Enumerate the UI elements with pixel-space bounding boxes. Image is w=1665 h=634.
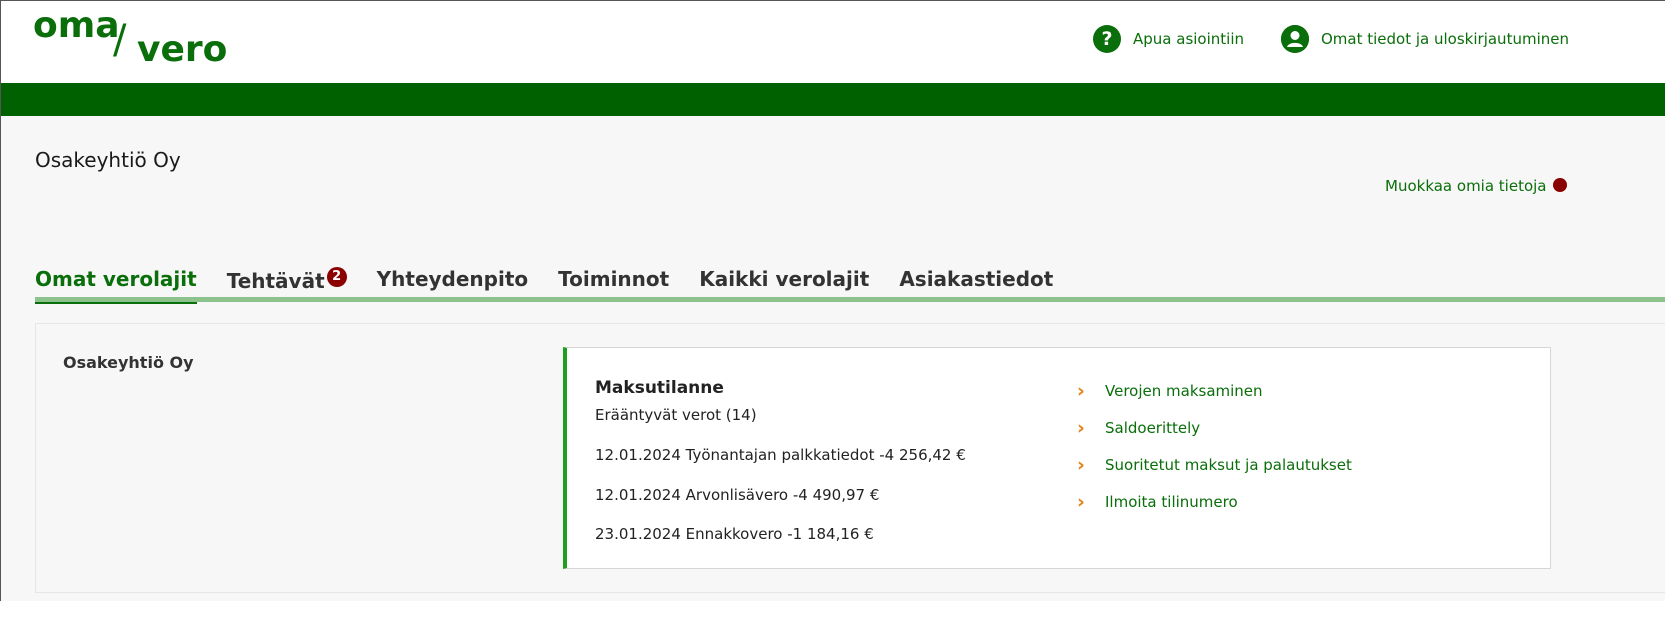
link-verojen-maksaminen[interactable]: › Verojen maksaminen [1077,371,1352,411]
tab-omat-verolajit[interactable]: Omat verolajit [35,267,197,304]
payment-status-card: Maksutilanne Erääntyvät verot (14) 12.01… [563,347,1551,569]
tasks-count-badge: 2 [326,267,347,287]
link-label: Suoritetut maksut ja palautukset [1105,456,1352,474]
account-link[interactable]: Omat tiedot ja uloskirjautuminen [1281,25,1569,53]
tab-toiminnot[interactable]: Toiminnot [558,267,669,299]
card-title: Maksutilanne [595,378,724,398]
page-title: Osakeyhtiö Oy [35,148,181,172]
user-icon [1281,25,1309,53]
link-saldoerittely[interactable]: › Saldoerittely [1077,408,1352,448]
link-label: Ilmoita tilinumero [1105,493,1238,511]
header: oma / vero ? Apua asiointiin Omat tiedot… [1,1,1665,83]
green-banner [1,83,1665,116]
edit-info-link[interactable]: Muokkaa omia tietoja [1385,177,1567,195]
logo-slash: / [113,17,127,63]
link-label: Saldoerittely [1105,419,1201,437]
chevron-right-icon: › [1077,379,1085,402]
tab-tehtavat[interactable]: Tehtävät 2 [227,267,347,299]
panel-company-name: Osakeyhtiö Oy [63,353,194,372]
link-label: Verojen maksaminen [1105,382,1263,400]
logo-vero: vero [137,29,228,70]
card-links: › Verojen maksaminen › Saldoerittely › S… [1077,374,1352,522]
due-tax-row: 12.01.2024 Arvonlisävero -4 490,97 € [595,486,880,504]
tab-label: Asiakastiedot [899,267,1054,291]
chevron-right-icon: › [1077,416,1085,439]
main-tabs: Omat verolajit Tehtävät 2 Yhteydenpito To… [35,267,1083,304]
browser-frame: oma / vero ? Apua asiointiin Omat tiedot… [0,0,1665,601]
edit-info-label: Muokkaa omia tietoja [1385,177,1547,195]
omavero-logo[interactable]: oma / vero [33,5,233,70]
card-subtitle: Erääntyvät verot (14) [595,406,757,424]
notification-dot [1552,178,1567,192]
tab-underline [35,297,1665,302]
account-label: Omat tiedot ja uloskirjautuminen [1321,30,1569,48]
tab-label: Yhteydenpito [376,267,529,291]
help-link[interactable]: ? Apua asiointiin [1093,25,1244,53]
link-ilmoita-tilinumero[interactable]: › Ilmoita tilinumero [1077,482,1352,522]
help-icon: ? [1093,25,1121,53]
due-tax-row: 12.01.2024 Työnantajan palkkatiedot -4 2… [595,446,966,464]
tab-label: Omat verolajit [35,267,197,291]
tab-label: Toiminnot [558,267,670,291]
due-tax-row: 23.01.2024 Ennakkovero -1 184,16 € [595,525,874,543]
tab-kaikki-verolajit[interactable]: Kaikki verolajit [699,267,869,299]
tab-yhteydenpito[interactable]: Yhteydenpito [377,267,528,299]
tab-asiakastiedot[interactable]: Asiakastiedot [899,267,1053,299]
link-suoritetut-maksut[interactable]: › Suoritetut maksut ja palautukset [1077,445,1352,485]
chevron-right-icon: › [1077,490,1085,513]
chevron-right-icon: › [1077,453,1085,476]
tab-label: Kaikki verolajit [699,267,870,291]
logo-oma: oma [33,5,120,46]
help-label: Apua asiointiin [1133,30,1244,48]
tab-label: Tehtävät [226,269,325,293]
